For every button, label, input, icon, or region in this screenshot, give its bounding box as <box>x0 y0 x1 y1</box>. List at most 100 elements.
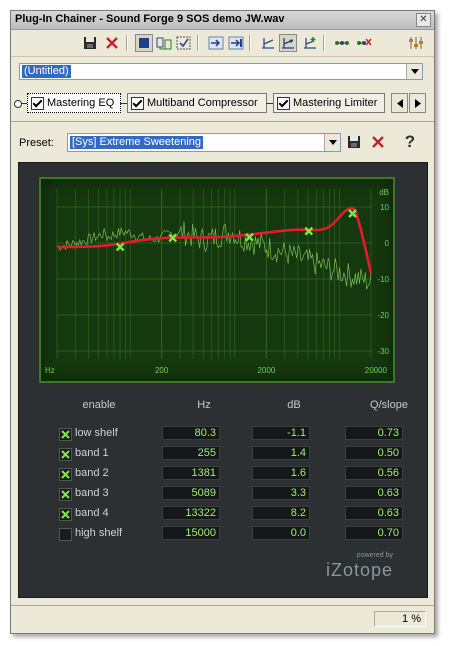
band-q-field[interactable]: 0.50 <box>345 446 403 460</box>
band-row: high shelf 15000 0.0 0.70 <box>19 525 427 543</box>
band-db-field[interactable]: 8.2 <box>252 506 310 520</box>
band-row: band 1 255 1.4 0.50 <box>19 445 427 463</box>
move-left-icon[interactable] <box>227 34 245 52</box>
active-filter-icon[interactable] <box>279 34 297 52</box>
chain-connector <box>266 103 273 104</box>
band-enable-checkbox[interactable] <box>59 488 72 501</box>
plugin-label: Multiband Compressor <box>147 97 258 109</box>
q-header: Q/slope <box>370 399 408 411</box>
band-db-field[interactable]: 3.3 <box>252 486 310 500</box>
band-db-field[interactable]: 1.6 <box>252 466 310 480</box>
move-right-icon[interactable] <box>207 34 225 52</box>
band-label: band 1 <box>75 447 109 459</box>
powered-by-text: powered by <box>356 552 393 559</box>
band-label: high shelf <box>75 527 123 539</box>
preset-dropdown[interactable]: [Sys] Extreme Sweetening <box>67 133 341 152</box>
x-mark-icon <box>61 510 70 519</box>
plugin-label: Mastering Limiter <box>293 97 378 109</box>
band-enable-checkbox[interactable] <box>59 528 72 541</box>
band-q-field[interactable]: 0.73 <box>345 426 403 440</box>
save-icon[interactable] <box>81 34 99 52</box>
band-db-field[interactable]: 0.0 <box>252 526 310 540</box>
toolbar-separator <box>249 35 251 51</box>
status-bar: 1 % <box>11 605 434 633</box>
enable-header: enable <box>82 399 116 411</box>
band-q-field[interactable]: 0.63 <box>345 486 403 500</box>
band-hz-field[interactable]: 13322 <box>162 506 220 520</box>
band-label: band 2 <box>75 467 109 479</box>
toolbar-separator <box>197 35 199 51</box>
band-row: band 3 5089 3.3 0.63 <box>19 485 427 503</box>
band-enable-checkbox[interactable] <box>59 508 72 521</box>
plugin-tab-mastering-limiter[interactable]: Mastering Limiter <box>273 93 385 113</box>
db-axis-title: dB <box>379 188 389 197</box>
band-row: band 2 1381 1.6 0.56 <box>19 465 427 483</box>
chain-icon[interactable] <box>333 34 351 52</box>
x-mark-icon <box>61 490 70 499</box>
toolbar <box>11 30 434 57</box>
band-db-field[interactable]: -1.1 <box>252 426 310 440</box>
band-label: band 3 <box>75 487 109 499</box>
window-title: Plug-In Chainer - Sound Forge 9 SOS demo… <box>15 13 285 25</box>
db-header: dB <box>287 399 301 411</box>
band-hz-field[interactable]: 255 <box>162 446 220 460</box>
arrow-left-icon <box>396 98 403 108</box>
band-row: band 4 13322 8.2 0.63 <box>19 505 427 523</box>
band-row: low shelf 80.3 -1.1 0.73 <box>19 425 427 443</box>
scroll-left-button[interactable] <box>391 93 408 113</box>
zoom-indicator: 1 % <box>374 611 426 627</box>
izotope-logo: powered by iZotope <box>325 552 393 581</box>
eq-graph-canvas: dB 10 0 -10 -20 -30 Hz 200 2000 20000 <box>45 188 390 375</box>
add-filter-icon[interactable] <box>301 34 319 52</box>
configure-icon[interactable] <box>175 34 193 52</box>
x-mark-icon <box>61 430 70 439</box>
band-q-field[interactable]: 0.70 <box>345 526 403 540</box>
mixer-icon[interactable] <box>407 34 425 52</box>
plugin-tab-multiband-compressor[interactable]: Multiband Compressor <box>127 93 267 113</box>
band-hz-field[interactable]: 5089 <box>162 486 220 500</box>
delete-preset-icon[interactable] <box>369 133 387 151</box>
preset-value: [Sys] Extreme Sweetening <box>70 136 204 149</box>
band-enable-checkbox[interactable] <box>59 448 72 461</box>
toolbar-separator <box>323 35 325 51</box>
help-button[interactable]: ? <box>401 132 419 151</box>
plugin-enable-checkbox[interactable] <box>131 96 144 110</box>
logo-name: iZotope <box>325 560 393 580</box>
db-tick-label: 0 <box>385 239 390 248</box>
arrow-right-icon <box>414 98 421 108</box>
hz-tick-label: 20000 <box>365 366 388 375</box>
eq-panel: dB 10 0 -10 -20 -30 Hz 200 2000 20000 enable Hz d… <box>18 162 428 598</box>
band-label: band 4 <box>75 507 109 519</box>
plugin-enable-checkbox[interactable] <box>277 96 290 110</box>
bypass-icon[interactable] <box>135 34 153 52</box>
band-enable-checkbox[interactable] <box>59 428 72 441</box>
band-enable-checkbox[interactable] <box>59 468 72 481</box>
x-mark-icon <box>61 470 70 479</box>
chain-input-node-icon <box>14 100 22 108</box>
title-bar[interactable]: Plug-In Chainer - Sound Forge 9 SOS demo… <box>11 11 434 30</box>
chain-remove-icon[interactable] <box>355 34 373 52</box>
chevron-down-icon[interactable] <box>324 134 340 151</box>
band-db-field[interactable]: 1.4 <box>252 446 310 460</box>
plugin-enable-checkbox[interactable] <box>31 96 44 110</box>
eq-graph[interactable]: dB 10 0 -10 -20 -30 Hz 200 2000 20000 <box>39 177 395 383</box>
close-icon[interactable]: ✕ <box>416 13 431 27</box>
scroll-right-button[interactable] <box>409 93 426 113</box>
plugin-label: Mastering EQ <box>47 97 115 109</box>
plugin-tab-mastering-eq[interactable]: Mastering EQ <box>27 93 121 113</box>
filter-icon[interactable] <box>259 34 277 52</box>
plugin-chain-strip: Mastering EQ Multiband Compressor Master… <box>11 91 434 115</box>
chain-preset-dropdown[interactable]: (Untitled) <box>19 63 423 80</box>
hz-tick-label: 2000 <box>257 366 275 375</box>
x-mark-icon <box>61 450 70 459</box>
band-hz-field[interactable]: 80.3 <box>162 426 220 440</box>
insert-icon[interactable] <box>155 34 173 52</box>
band-hz-field[interactable]: 1381 <box>162 466 220 480</box>
band-q-field[interactable]: 0.63 <box>345 506 403 520</box>
save-preset-icon[interactable] <box>345 133 363 151</box>
chevron-down-icon[interactable] <box>406 64 422 79</box>
toolbar-separator <box>126 35 128 51</box>
band-hz-field[interactable]: 15000 <box>162 526 220 540</box>
band-q-field[interactable]: 0.56 <box>345 466 403 480</box>
remove-icon[interactable] <box>103 34 121 52</box>
